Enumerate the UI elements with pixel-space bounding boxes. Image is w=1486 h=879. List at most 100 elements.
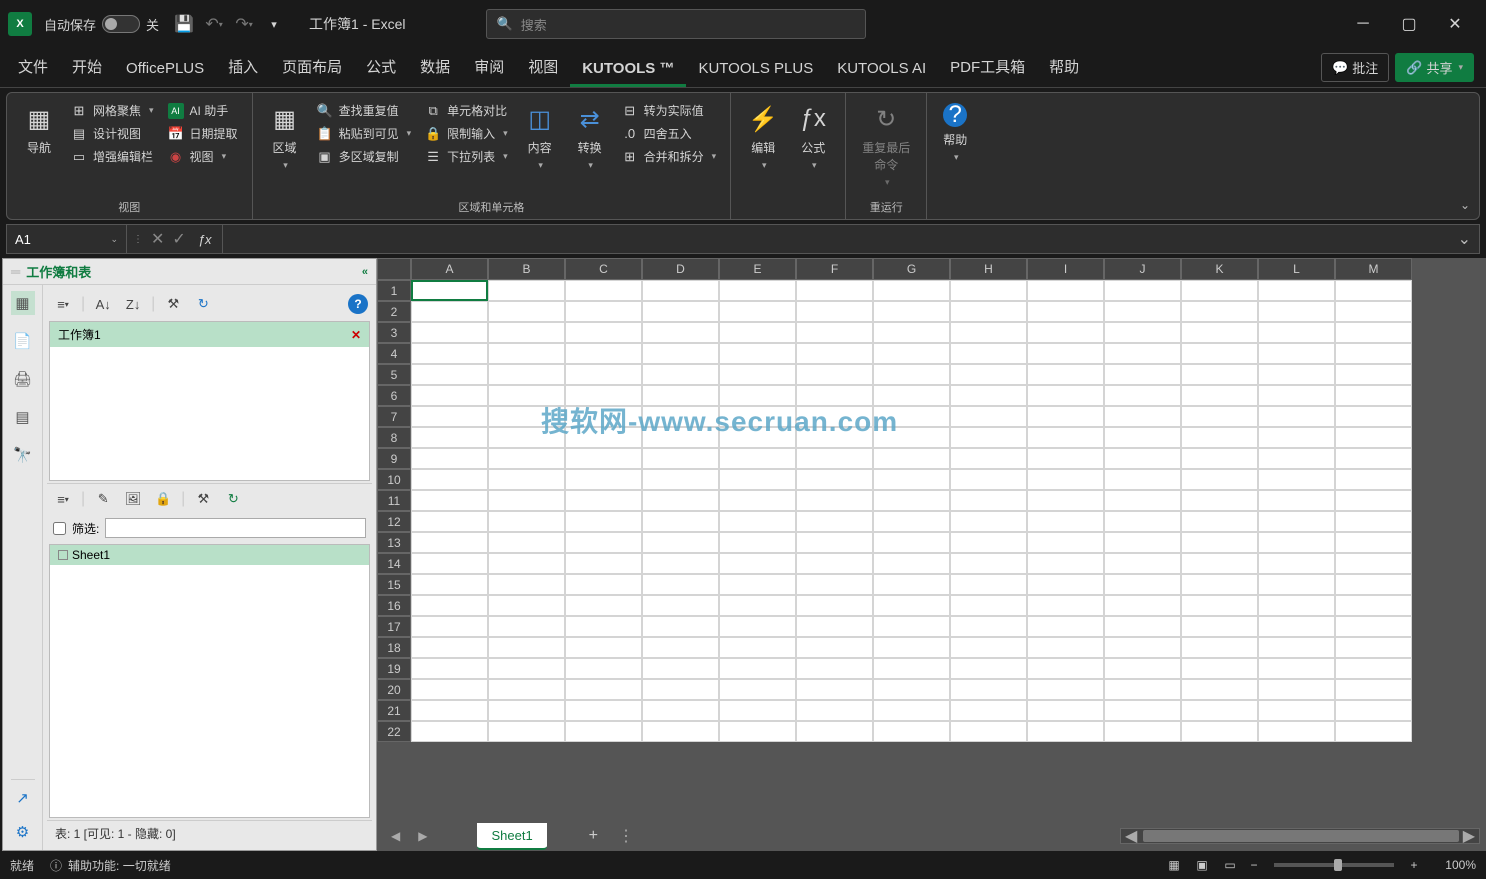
cell[interactable] (565, 700, 642, 721)
cell[interactable] (1027, 511, 1104, 532)
cell[interactable] (873, 322, 950, 343)
cell[interactable] (1335, 490, 1412, 511)
cell[interactable] (411, 658, 488, 679)
cell[interactable] (1104, 427, 1181, 448)
cell[interactable] (719, 322, 796, 343)
rail-settings-icon[interactable]: ⚙ (11, 820, 35, 844)
cell[interactable] (1027, 301, 1104, 322)
cell[interactable] (796, 322, 873, 343)
cell[interactable] (1104, 616, 1181, 637)
nav-button[interactable]: ▦ 导航 (17, 99, 61, 168)
cell[interactable] (719, 637, 796, 658)
column-header[interactable]: B (488, 258, 565, 280)
cell[interactable] (719, 532, 796, 553)
cell[interactable] (488, 280, 565, 301)
rail-workbook-icon[interactable]: ▦ (11, 291, 35, 315)
cell[interactable] (950, 574, 1027, 595)
select-all-corner[interactable] (377, 258, 411, 280)
qat-customise-icon[interactable]: ▾ (261, 11, 287, 37)
cell[interactable] (719, 469, 796, 490)
cell[interactable] (565, 637, 642, 658)
cell[interactable] (411, 700, 488, 721)
cell[interactable] (950, 343, 1027, 364)
cell[interactable] (1181, 448, 1258, 469)
cell[interactable] (1258, 700, 1335, 721)
cell[interactable] (642, 343, 719, 364)
cell[interactable] (1181, 616, 1258, 637)
sh-image-button[interactable]: 🖼 (121, 488, 145, 510)
cell[interactable] (642, 532, 719, 553)
cell[interactable] (873, 511, 950, 532)
cell[interactable] (1258, 574, 1335, 595)
tab-home[interactable]: 开始 (60, 49, 114, 87)
cell[interactable] (565, 616, 642, 637)
content-button[interactable]: ◫ 内容▾ (518, 99, 562, 175)
cell[interactable] (1027, 406, 1104, 427)
cell[interactable] (1335, 511, 1412, 532)
cell[interactable] (873, 637, 950, 658)
row-header[interactable]: 12 (377, 511, 411, 532)
cell[interactable] (1335, 616, 1412, 637)
cell[interactable] (1104, 721, 1181, 742)
cell[interactable] (488, 301, 565, 322)
cell[interactable] (565, 448, 642, 469)
row-header[interactable]: 6 (377, 385, 411, 406)
row-header[interactable]: 20 (377, 679, 411, 700)
cell[interactable] (1027, 700, 1104, 721)
cell[interactable] (950, 532, 1027, 553)
filter-checkbox[interactable] (53, 522, 66, 535)
cell[interactable] (488, 322, 565, 343)
tab-formula[interactable]: 公式 (354, 49, 408, 87)
cell[interactable] (1335, 553, 1412, 574)
cell[interactable] (411, 280, 488, 301)
sheet-tab-sheet1[interactable]: Sheet1 (477, 823, 546, 850)
formula-input[interactable] (223, 232, 1450, 247)
cell[interactable] (1027, 574, 1104, 595)
wb-filter-button[interactable]: ≡▾ (51, 293, 75, 315)
cell[interactable] (488, 406, 565, 427)
cell[interactable] (642, 637, 719, 658)
cell[interactable] (1258, 469, 1335, 490)
row-header[interactable]: 3 (377, 322, 411, 343)
cell[interactable] (1258, 511, 1335, 532)
rail-print-icon[interactable]: 🖨 (11, 367, 35, 391)
cell[interactable] (642, 553, 719, 574)
cell[interactable] (1258, 427, 1335, 448)
cell[interactable] (950, 448, 1027, 469)
sheet-item[interactable]: Sheet1 (50, 545, 369, 565)
cell[interactable] (1104, 553, 1181, 574)
cell[interactable] (873, 574, 950, 595)
cell[interactable] (1181, 280, 1258, 301)
cell[interactable] (565, 658, 642, 679)
cell[interactable] (1258, 343, 1335, 364)
cell[interactable] (719, 364, 796, 385)
row-header[interactable]: 14 (377, 553, 411, 574)
cell[interactable] (1181, 385, 1258, 406)
cell[interactable] (1335, 574, 1412, 595)
cell[interactable] (796, 490, 873, 511)
sh-rename-button[interactable]: ✎ (91, 488, 115, 510)
row-header[interactable]: 18 (377, 637, 411, 658)
cell[interactable] (950, 679, 1027, 700)
cell[interactable] (1181, 301, 1258, 322)
cell[interactable] (642, 364, 719, 385)
formula-expand-button[interactable]: ⌄ (1450, 229, 1479, 249)
cell[interactable] (1104, 322, 1181, 343)
column-header[interactable]: H (950, 258, 1027, 280)
cell[interactable] (488, 574, 565, 595)
cell[interactable] (642, 700, 719, 721)
cell[interactable] (1104, 406, 1181, 427)
tab-data[interactable]: 数据 (408, 49, 462, 87)
cell[interactable] (1181, 406, 1258, 427)
row-header[interactable]: 9 (377, 448, 411, 469)
undo-icon[interactable]: ↶▾ (201, 11, 227, 37)
cell[interactable] (1027, 469, 1104, 490)
multi-copy-button[interactable]: ▣多区域复制 (313, 145, 403, 168)
cell[interactable] (873, 469, 950, 490)
cell[interactable] (565, 574, 642, 595)
cell[interactable] (488, 427, 565, 448)
cell[interactable] (411, 406, 488, 427)
region-button[interactable]: ▦ 区域▾ (263, 99, 307, 175)
help-button[interactable]: ? 帮助▾ (937, 99, 973, 167)
row-header[interactable]: 16 (377, 595, 411, 616)
